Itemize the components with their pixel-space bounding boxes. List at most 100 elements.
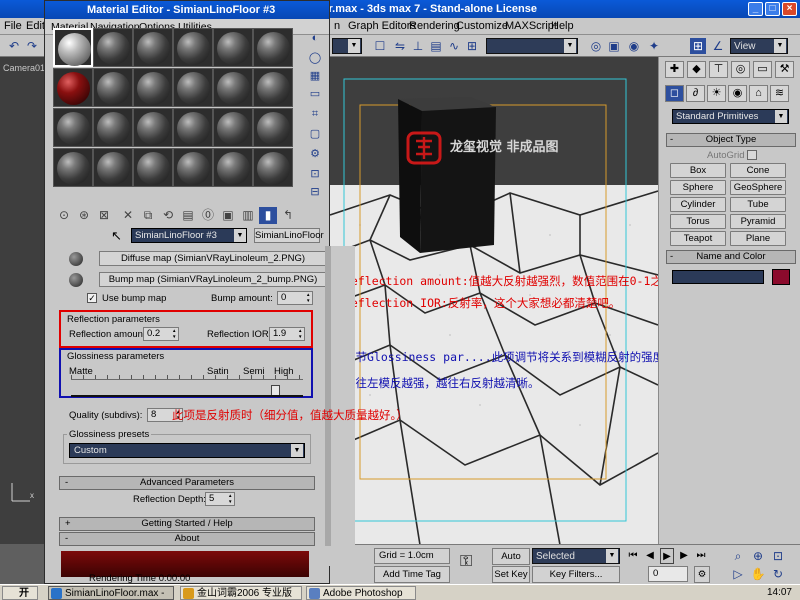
glossiness-preset-dropdown[interactable]: Custom bbox=[69, 443, 305, 458]
material-slot[interactable] bbox=[93, 108, 133, 147]
material-slot[interactable] bbox=[53, 28, 93, 67]
cone-button[interactable]: Cone bbox=[730, 163, 786, 178]
make-unique-icon[interactable]: ⟲ bbox=[159, 207, 177, 224]
reset-map-icon[interactable]: ✕ bbox=[119, 207, 137, 224]
reflection-depth-spinner[interactable]: 5 bbox=[205, 492, 235, 506]
material-slot[interactable] bbox=[253, 68, 293, 107]
material-slot[interactable] bbox=[173, 108, 213, 147]
key-filters-button[interactable]: Key Filters... bbox=[532, 566, 620, 583]
cameras-icon[interactable]: ◉ bbox=[728, 85, 747, 102]
material-slot[interactable] bbox=[93, 148, 133, 187]
material-slot[interactable] bbox=[213, 148, 253, 187]
zoom-extents-icon[interactable]: ⊡ bbox=[770, 548, 786, 564]
material-slot[interactable] bbox=[53, 148, 93, 187]
next-frame-icon[interactable]: ▶ bbox=[677, 548, 691, 564]
play-icon[interactable]: ▶ bbox=[660, 548, 674, 564]
material-slot[interactable] bbox=[213, 108, 253, 147]
key-mode-dropdown[interactable]: Selected bbox=[532, 548, 620, 564]
helpers-icon[interactable]: ⌂ bbox=[749, 85, 768, 102]
quick-render-icon[interactable]: ◉ bbox=[626, 38, 642, 54]
task-kingsoft[interactable]: 金山词霸2006 专业版 bbox=[180, 586, 302, 600]
modify-tab-icon[interactable]: ◆ bbox=[687, 61, 706, 78]
mirror-icon[interactable]: ⇋ bbox=[392, 38, 408, 54]
sample-uv-icon[interactable]: ▭ bbox=[308, 87, 322, 101]
material-slot[interactable] bbox=[133, 108, 173, 147]
material-editor-icon[interactable]: ◎ bbox=[588, 38, 604, 54]
zoom-all-icon[interactable]: ⊕ bbox=[750, 548, 766, 564]
create-tab-icon[interactable]: ✚ bbox=[665, 61, 684, 78]
plane-button[interactable]: Plane bbox=[730, 231, 786, 246]
menu-rendering[interactable]: Rendering bbox=[409, 20, 460, 32]
material-slot[interactable] bbox=[133, 28, 173, 67]
cylinder-button[interactable]: Cylinder bbox=[670, 197, 726, 212]
close-button[interactable]: × bbox=[782, 2, 797, 16]
start-button[interactable]: 开始 bbox=[2, 586, 38, 600]
select-by-material-icon[interactable]: ⊡ bbox=[308, 167, 322, 181]
undo-icon[interactable]: ↶ bbox=[6, 38, 22, 54]
material-slot[interactable] bbox=[53, 68, 93, 107]
material-slot[interactable] bbox=[53, 108, 93, 147]
camera-viewport[interactable]: 龙玺视觉 非成品图 Reflection amount:值越大反射越强烈，数值范… bbox=[330, 57, 658, 544]
material-slot[interactable] bbox=[173, 68, 213, 107]
time-config-button[interactable]: ⚙ bbox=[694, 566, 710, 583]
teapot-button[interactable]: Teapot bbox=[670, 231, 726, 246]
menu-help[interactable]: Help bbox=[551, 20, 574, 32]
named-selection-dropdown[interactable] bbox=[486, 38, 578, 54]
about-rollout[interactable]: - About bbox=[59, 532, 315, 546]
video-check-icon[interactable]: ⌗ bbox=[308, 107, 322, 121]
material-effects-channel-icon[interactable]: ⓪ bbox=[199, 207, 217, 224]
assign-to-selection-icon[interactable]: ⊠ bbox=[95, 207, 113, 224]
object-name-field[interactable] bbox=[672, 270, 764, 284]
tube-button[interactable]: Tube bbox=[730, 197, 786, 212]
object-color-swatch[interactable] bbox=[772, 269, 790, 285]
menu-file[interactable]: File bbox=[4, 20, 22, 32]
material-slot[interactable] bbox=[93, 68, 133, 107]
curve-editor-icon[interactable]: ∿ bbox=[446, 38, 462, 54]
bump-amount-spinner[interactable]: 0 bbox=[277, 291, 313, 305]
material-navigator-icon[interactable]: ⊟ bbox=[308, 185, 322, 199]
name-color-rollout[interactable]: - Name and Color bbox=[666, 250, 796, 264]
lights-icon[interactable]: ☀ bbox=[707, 85, 726, 102]
autogrid-checkbox[interactable] bbox=[747, 150, 757, 160]
getting-started-rollout[interactable]: + Getting Started / Help bbox=[59, 517, 315, 531]
make-preview-icon[interactable]: ▢ bbox=[308, 127, 322, 141]
auto-key-button[interactable]: Auto Key bbox=[492, 548, 530, 577]
material-slot[interactable] bbox=[253, 28, 293, 67]
go-to-start-icon[interactable]: ⏮ bbox=[626, 548, 640, 564]
systems-icon[interactable]: ≋ bbox=[770, 85, 789, 102]
material-slot[interactable] bbox=[173, 28, 213, 67]
box-button[interactable]: Box bbox=[670, 163, 726, 178]
display-tab-icon[interactable]: ▭ bbox=[753, 61, 772, 78]
menu-graph-editors[interactable]: Graph Editors bbox=[348, 20, 416, 32]
utilities-tab-icon[interactable]: ⚒ bbox=[775, 61, 794, 78]
go-to-end-icon[interactable]: ⏭ bbox=[694, 548, 708, 564]
go-forward-sibling-icon[interactable]: ↰ bbox=[279, 207, 297, 224]
shapes-icon[interactable]: ∂ bbox=[686, 85, 705, 102]
hierarchy-tab-icon[interactable]: ⊤ bbox=[709, 61, 728, 78]
material-slot[interactable] bbox=[213, 28, 253, 67]
angle-snap-icon[interactable]: ∠ bbox=[710, 38, 726, 54]
make-copy-icon[interactable]: ⧉ bbox=[139, 207, 157, 224]
set-key-button[interactable]: Set Key bbox=[492, 566, 530, 583]
show-end-result-icon[interactable]: ▥ bbox=[239, 207, 257, 224]
pick-material-icon[interactable]: ↖ bbox=[111, 228, 122, 244]
prev-frame-icon[interactable]: ◀ bbox=[643, 548, 657, 564]
minimize-button[interactable]: _ bbox=[748, 2, 763, 16]
schematic-icon[interactable]: ⊞ bbox=[464, 38, 480, 54]
orbit-icon[interactable]: ↻ bbox=[770, 566, 786, 582]
put-to-library-icon[interactable]: ▤ bbox=[179, 207, 197, 224]
parameters-scrollbar[interactable] bbox=[325, 246, 331, 546]
zoom-icon[interactable]: ⌕ bbox=[730, 548, 746, 564]
menu-partial[interactable]: n bbox=[334, 20, 340, 32]
sample-type-icon[interactable]: ◐ bbox=[308, 31, 322, 45]
options-icon[interactable]: ⚙ bbox=[308, 147, 322, 161]
background-icon[interactable]: ▦ bbox=[308, 69, 322, 83]
select-name-icon[interactable]: ☐ bbox=[372, 38, 388, 54]
diffuse-map-button[interactable]: Diffuse map (SimianVRayLinoleum_2.PNG) bbox=[99, 251, 327, 266]
view-dropdown[interactable]: View bbox=[730, 38, 788, 54]
menu-maxscript[interactable]: MAXScript bbox=[505, 20, 557, 32]
primitive-category-dropdown[interactable]: Standard Primitives bbox=[672, 109, 789, 124]
align-icon[interactable]: ⊥ bbox=[410, 38, 426, 54]
selection-filter-dropdown[interactable] bbox=[332, 38, 362, 54]
geometry-icon[interactable]: ◻ bbox=[665, 85, 684, 102]
